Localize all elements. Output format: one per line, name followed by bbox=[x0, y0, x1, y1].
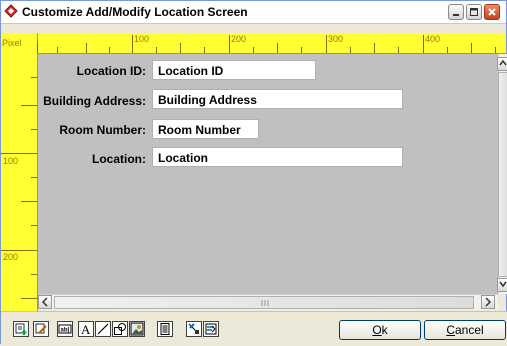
svg-text:ab|: ab| bbox=[61, 328, 70, 334]
ruler-tick bbox=[156, 47, 157, 53]
align-tool[interactable] bbox=[203, 321, 219, 337]
ruler-tick bbox=[350, 47, 351, 53]
tab-order-tool[interactable] bbox=[186, 321, 202, 337]
cancel-mnemonic: C bbox=[446, 323, 455, 337]
ruler-tick bbox=[31, 77, 37, 78]
ruler-unit-label: Pixel bbox=[2, 38, 22, 48]
ok-button[interactable]: Ok bbox=[339, 320, 421, 340]
svg-text:A: A bbox=[81, 322, 91, 336]
app-icon bbox=[4, 4, 18, 18]
ruler-tick bbox=[326, 35, 327, 53]
bottom-toolbar: ab| A Ok Cancel bbox=[1, 311, 507, 346]
building-address-field[interactable]: Building Address bbox=[152, 89, 403, 109]
building-address-label[interactable]: Building Address: bbox=[43, 94, 146, 108]
ruler-left-mark: 200 bbox=[3, 252, 19, 262]
horizontal-scrollbar[interactable] bbox=[38, 294, 498, 310]
ruler-top-mark: 200 bbox=[231, 34, 247, 44]
ruler-tick bbox=[109, 47, 110, 53]
designer-window: Customize Add/Modify Location Screen Pix… bbox=[0, 0, 507, 346]
ok-label-rest: k bbox=[381, 323, 388, 337]
maximize-button[interactable] bbox=[466, 4, 482, 20]
location-field[interactable]: Location bbox=[152, 147, 403, 167]
window-title: Customize Add/Modify Location Screen bbox=[22, 5, 248, 19]
vertical-scrollbar[interactable] bbox=[497, 54, 507, 294]
vertical-scroll-thumb[interactable] bbox=[498, 72, 507, 277]
letter-a-icon: A bbox=[81, 322, 91, 337]
chevron-up-icon bbox=[499, 59, 507, 66]
location-label[interactable]: Location: bbox=[92, 152, 146, 166]
maximize-icon bbox=[470, 8, 478, 16]
horizontal-scroll-thumb[interactable] bbox=[54, 296, 474, 309]
ruler-tick bbox=[277, 43, 278, 53]
scroll-down-button[interactable] bbox=[497, 278, 507, 292]
edit-field-tool[interactable] bbox=[33, 321, 49, 337]
add-field-icon bbox=[15, 323, 27, 335]
ruler-tick bbox=[31, 177, 37, 178]
close-icon bbox=[488, 8, 496, 16]
ruler-top-mark: 300 bbox=[328, 34, 344, 44]
image-tool[interactable] bbox=[129, 321, 145, 337]
ruler-tick bbox=[447, 47, 448, 53]
textbox-icon: ab| bbox=[58, 324, 72, 334]
grip-icon bbox=[261, 300, 269, 306]
properties-tool[interactable] bbox=[157, 321, 173, 337]
vertical-ruler bbox=[1, 53, 38, 311]
ruler-tick bbox=[229, 35, 230, 53]
image-icon bbox=[130, 322, 144, 336]
textbox-tool[interactable]: ab| bbox=[57, 321, 73, 337]
ruler-tick bbox=[132, 35, 133, 53]
room-number-label[interactable]: Room Number: bbox=[59, 123, 146, 137]
room-number-field[interactable]: Room Number bbox=[152, 119, 259, 139]
ruler-tick bbox=[37, 41, 38, 53]
ruler-tick bbox=[57, 47, 58, 53]
scroll-up-button[interactable] bbox=[497, 57, 507, 71]
ruler-tick bbox=[398, 47, 399, 53]
scroll-right-button[interactable] bbox=[481, 295, 495, 309]
tab-order-icon bbox=[188, 323, 200, 335]
ruler-tick bbox=[21, 105, 37, 106]
close-button[interactable] bbox=[484, 4, 500, 20]
ruler-tick bbox=[1, 153, 37, 154]
shape-tool[interactable] bbox=[112, 321, 128, 337]
ruler-tick bbox=[31, 274, 37, 275]
ruler-tick bbox=[31, 225, 37, 226]
ruler-tick bbox=[471, 43, 472, 53]
document-icon bbox=[160, 323, 170, 335]
ok-mnemonic: O bbox=[372, 323, 382, 337]
shapes-icon bbox=[114, 323, 126, 335]
location-id-label[interactable]: Location ID: bbox=[77, 64, 146, 78]
cancel-label-rest: ancel bbox=[454, 323, 484, 337]
align-icon bbox=[205, 323, 217, 335]
ruler-tick bbox=[423, 35, 424, 53]
edit-icon bbox=[35, 323, 47, 334]
ruler-tick bbox=[374, 43, 375, 53]
ruler-tick bbox=[253, 47, 254, 53]
ruler-tick bbox=[1, 250, 37, 251]
ruler-tick bbox=[21, 201, 37, 202]
line-tool[interactable] bbox=[95, 321, 111, 337]
chevron-left-icon bbox=[41, 297, 48, 307]
ruler-tick bbox=[21, 298, 37, 299]
minimize-button[interactable] bbox=[448, 4, 464, 20]
ruler-tick bbox=[86, 43, 87, 53]
ruler-tick bbox=[301, 47, 302, 53]
ruler-tick bbox=[180, 43, 181, 53]
title-bar[interactable]: Customize Add/Modify Location Screen bbox=[1, 1, 506, 24]
ruler-tick bbox=[495, 47, 496, 53]
minimize-icon bbox=[453, 14, 459, 16]
ruler-tick bbox=[31, 129, 37, 130]
line-icon bbox=[97, 323, 109, 335]
ruler-tick bbox=[204, 47, 205, 53]
ruler-top-mark: 400 bbox=[425, 34, 441, 44]
ruler-top-mark: 100 bbox=[134, 34, 150, 44]
location-id-field[interactable]: Location ID bbox=[152, 60, 316, 80]
scroll-left-button[interactable] bbox=[38, 295, 52, 309]
chevron-right-icon bbox=[485, 297, 492, 307]
chevron-down-icon bbox=[499, 281, 507, 288]
label-text-tool[interactable]: A bbox=[78, 321, 94, 337]
cancel-button[interactable]: Cancel bbox=[424, 320, 506, 340]
ruler-left-mark: 100 bbox=[3, 156, 19, 166]
add-field-tool[interactable] bbox=[13, 321, 29, 337]
